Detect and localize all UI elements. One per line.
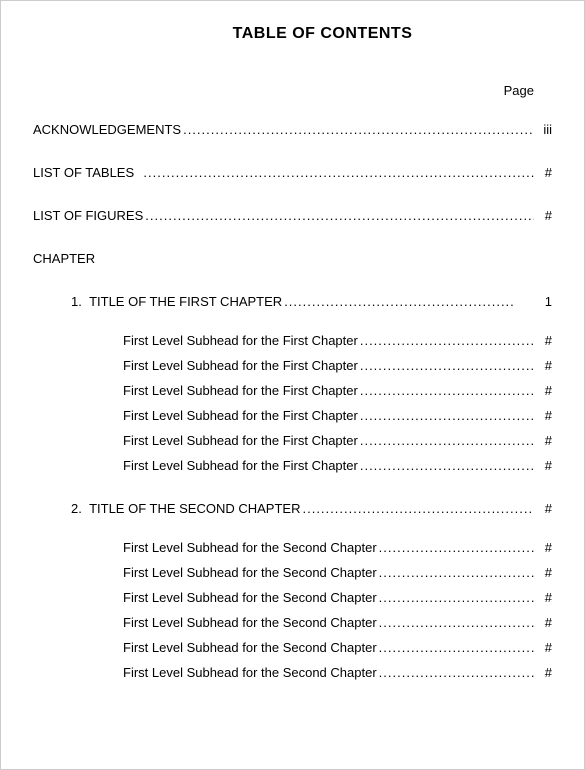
toc-page: # bbox=[534, 665, 552, 680]
dot-leader bbox=[377, 640, 534, 655]
toc-page: # bbox=[534, 358, 552, 373]
toc-page: # bbox=[534, 590, 552, 605]
dot-leader bbox=[377, 540, 534, 555]
toc-page: # bbox=[534, 565, 552, 580]
toc-row-chapter-title: 2. TITLE OF THE SECOND CHAPTER # bbox=[33, 501, 552, 516]
toc-page: # bbox=[534, 383, 552, 398]
dot-leader bbox=[181, 122, 534, 137]
subhead-block: First Level Subhead for the Second Chapt… bbox=[33, 540, 552, 680]
chapter-number: 1. bbox=[71, 294, 82, 309]
toc-row-subhead: First Level Subhead for the First Chapte… bbox=[33, 408, 552, 423]
toc-row-acknowledgements: ACKNOWLEDGEMENTS iii bbox=[33, 122, 552, 137]
subhead-label: First Level Subhead for the First Chapte… bbox=[123, 433, 358, 448]
subhead-label: First Level Subhead for the Second Chapt… bbox=[123, 615, 377, 630]
dot-leader bbox=[358, 433, 534, 448]
chapter-number: 2. bbox=[71, 501, 82, 516]
subhead-label: First Level Subhead for the First Chapte… bbox=[123, 408, 358, 423]
toc-row-subhead: First Level Subhead for the First Chapte… bbox=[33, 358, 552, 373]
toc-page: # bbox=[534, 408, 552, 423]
toc-row-subhead: First Level Subhead for the Second Chapt… bbox=[33, 540, 552, 555]
subhead-label: First Level Subhead for the First Chapte… bbox=[123, 358, 358, 373]
toc-label: LIST OF FIGURES bbox=[33, 208, 143, 223]
toc-page: # bbox=[534, 615, 552, 630]
subhead-label: First Level Subhead for the First Chapte… bbox=[123, 458, 358, 473]
dot-leader bbox=[282, 294, 514, 309]
toc-label-space bbox=[134, 165, 141, 180]
dot-leader bbox=[358, 383, 534, 398]
toc-row-subhead: First Level Subhead for the First Chapte… bbox=[33, 333, 552, 348]
chapter-block: 2. TITLE OF THE SECOND CHAPTER # First L… bbox=[33, 501, 552, 680]
toc-row-subhead: First Level Subhead for the Second Chapt… bbox=[33, 640, 552, 655]
chapter-title: TITLE OF THE FIRST CHAPTER bbox=[89, 294, 282, 309]
toc-page: # bbox=[534, 540, 552, 555]
page-column-label: Page bbox=[33, 83, 552, 98]
subhead-label: First Level Subhead for the Second Chapt… bbox=[123, 590, 377, 605]
toc-page: iii bbox=[534, 122, 552, 137]
dot-leader bbox=[358, 358, 534, 373]
dot-leader bbox=[377, 590, 534, 605]
chapter-block: 1. TITLE OF THE FIRST CHAPTER 1 First Le… bbox=[33, 294, 552, 473]
dot-leader bbox=[300, 501, 534, 516]
toc-row-subhead: First Level Subhead for the Second Chapt… bbox=[33, 615, 552, 630]
subhead-label: First Level Subhead for the First Chapte… bbox=[123, 333, 358, 348]
subhead-label: First Level Subhead for the Second Chapt… bbox=[123, 565, 377, 580]
toc-page: # bbox=[534, 333, 552, 348]
dot-leader bbox=[377, 665, 534, 680]
toc-row-subhead: First Level Subhead for the First Chapte… bbox=[33, 458, 552, 473]
toc-page: # bbox=[534, 165, 552, 180]
toc-row-list-of-figures: LIST OF FIGURES # bbox=[33, 208, 552, 223]
subhead-block: First Level Subhead for the First Chapte… bbox=[33, 333, 552, 473]
toc-page: # bbox=[534, 208, 552, 223]
toc-page: # bbox=[534, 501, 552, 516]
subhead-label: First Level Subhead for the Second Chapt… bbox=[123, 665, 377, 680]
toc-page: 1 bbox=[514, 294, 552, 309]
document-title: TABLE OF CONTENTS bbox=[33, 25, 552, 43]
toc-page: # bbox=[534, 433, 552, 448]
subhead-label: First Level Subhead for the Second Chapt… bbox=[123, 540, 377, 555]
toc-row-subhead: First Level Subhead for the Second Chapt… bbox=[33, 565, 552, 580]
chapter-title: TITLE OF THE SECOND CHAPTER bbox=[89, 501, 300, 516]
toc-row-subhead: First Level Subhead for the Second Chapt… bbox=[33, 665, 552, 680]
dot-leader bbox=[377, 565, 534, 580]
dot-leader bbox=[358, 408, 534, 423]
dot-leader bbox=[358, 458, 534, 473]
document-page: TABLE OF CONTENTS Page ACKNOWLEDGEMENTS … bbox=[1, 1, 584, 728]
dot-leader bbox=[143, 208, 534, 223]
dot-leader bbox=[141, 165, 534, 180]
toc-row-subhead: First Level Subhead for the First Chapte… bbox=[33, 433, 552, 448]
chapter-heading: CHAPTER bbox=[33, 251, 552, 266]
chapter-num-space bbox=[82, 294, 89, 309]
toc-page: # bbox=[534, 640, 552, 655]
toc-page: # bbox=[534, 458, 552, 473]
toc-label: LIST OF TABLES bbox=[33, 165, 134, 180]
dot-leader bbox=[358, 333, 534, 348]
toc-row-chapter-title: 1. TITLE OF THE FIRST CHAPTER 1 bbox=[33, 294, 552, 309]
toc-row-subhead: First Level Subhead for the First Chapte… bbox=[33, 383, 552, 398]
toc-label: ACKNOWLEDGEMENTS bbox=[33, 122, 181, 137]
toc-row-list-of-tables: LIST OF TABLES # bbox=[33, 165, 552, 180]
dot-leader bbox=[377, 615, 534, 630]
toc-row-subhead: First Level Subhead for the Second Chapt… bbox=[33, 590, 552, 605]
chapter-num-space bbox=[82, 501, 89, 516]
subhead-label: First Level Subhead for the Second Chapt… bbox=[123, 640, 377, 655]
subhead-label: First Level Subhead for the First Chapte… bbox=[123, 383, 358, 398]
